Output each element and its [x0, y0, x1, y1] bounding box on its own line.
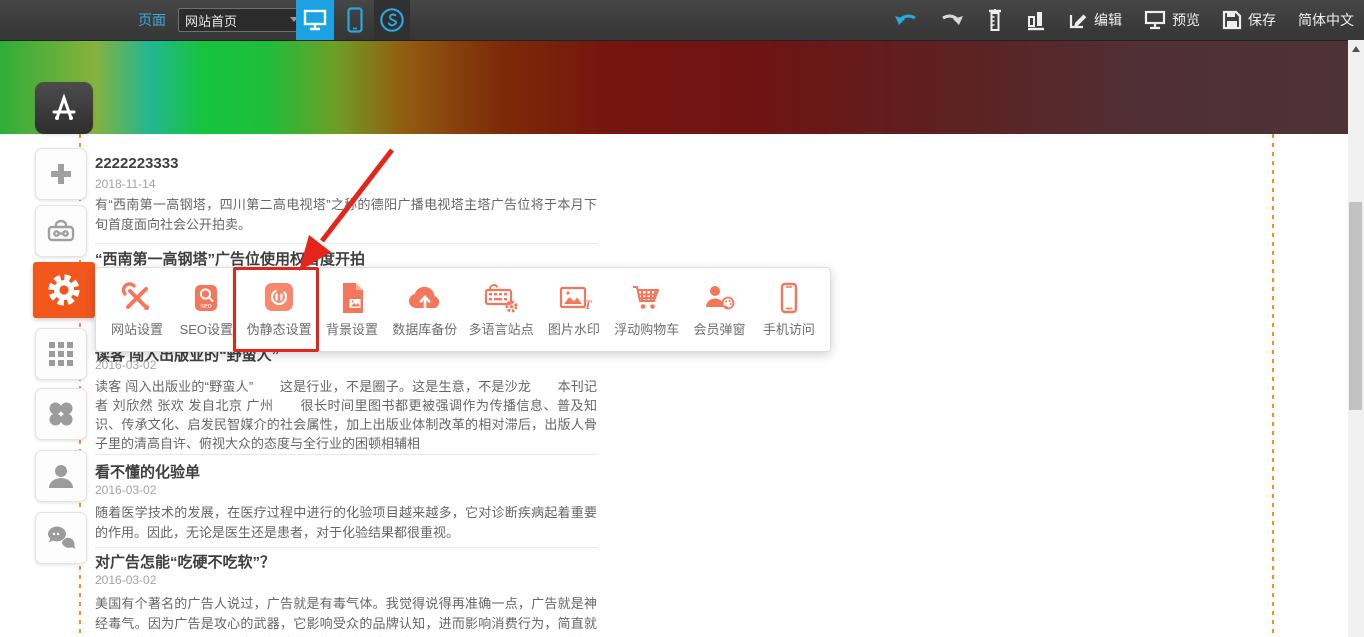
post-divider: [95, 454, 597, 455]
tools-icon: [118, 281, 156, 315]
svg-text:T: T: [584, 297, 592, 312]
chat-icon[interactable]: [35, 512, 87, 564]
undo-button[interactable]: [894, 11, 918, 29]
bar-chart-icon: [1026, 9, 1046, 31]
post-date: 2016-03-02: [95, 358, 597, 372]
language-label: 简体中文: [1298, 10, 1354, 30]
settings-popup-panel: 网站设置 seo SEO设置 伪静态设置: [95, 267, 831, 352]
preview-monitor-icon: [1144, 10, 1166, 30]
watermark-icon: T: [555, 281, 593, 315]
post-title[interactable]: 看不懂的化验单: [95, 461, 597, 482]
panel-item-label: 图片水印: [548, 319, 600, 338]
edit-label: 编辑: [1094, 10, 1122, 30]
cart-icon: [628, 281, 666, 315]
panel-item-multilanguage-site[interactable]: 多语言站点: [469, 281, 534, 338]
link-circle-icon: [378, 6, 406, 34]
post-body: 随着医学技术的发展，在医疗过程中进行的化验项目越来越多，它对诊断疾病起着重要的作…: [95, 503, 597, 543]
post-divider: [95, 243, 597, 244]
scrollbar-thumb[interactable]: [1349, 202, 1362, 410]
panel-item-seo-settings[interactable]: seo SEO设置: [177, 281, 235, 338]
post-date: 2016-03-02: [95, 483, 597, 497]
save-label: 保存: [1248, 10, 1276, 30]
panel-item-mobile-access[interactable]: 手机访问: [760, 281, 818, 338]
panel-item-label: 背景设置: [326, 319, 378, 338]
panel-item-label: 手机访问: [763, 319, 815, 338]
edit-button[interactable]: 编辑: [1068, 10, 1122, 30]
panel-item-pseudo-static[interactable]: 伪静态设置: [247, 281, 312, 338]
undo-icon: [894, 11, 918, 29]
keyboard-gear-icon: [482, 281, 520, 315]
panel-item-image-watermark[interactable]: T 图片水印: [545, 281, 603, 338]
desktop-icon: [303, 9, 327, 31]
ruler-button[interactable]: [986, 8, 1004, 32]
stats-button[interactable]: [1026, 9, 1046, 31]
link-mode-button[interactable]: [374, 0, 410, 40]
mobile-icon: [347, 7, 363, 33]
right-guide-line: [1272, 134, 1274, 637]
gear-icon[interactable]: [33, 262, 95, 318]
post-title[interactable]: “西南第一高钢塔”广告位使用权首度开拍: [95, 248, 597, 269]
ruler-icon: [986, 8, 1004, 32]
panel-item-label: 浮动购物车: [614, 319, 679, 338]
svg-text:seo: seo: [201, 303, 212, 310]
toolbox-icon[interactable]: [35, 205, 87, 257]
panel-item-label: 数据库备份: [392, 319, 457, 338]
post-body: 有“西南第一高钢塔，四川第二高电视塔”之称的德阳广播电视塔主塔广告位将于本月下旬…: [95, 195, 597, 235]
panel-item-floating-cart[interactable]: 浮动购物车: [614, 281, 679, 338]
post-date: 2016-03-02: [95, 573, 597, 587]
post-date: 2018-11-14: [95, 177, 597, 191]
page-scrollbar[interactable]: [1348, 40, 1364, 637]
post-title[interactable]: 对广告怎能“吃硬不吃软”？: [95, 551, 597, 572]
appstore-icon[interactable]: [35, 82, 93, 134]
pseudo-static-icon: [260, 281, 298, 315]
page-label: 页面: [138, 10, 166, 30]
clover-icon[interactable]: [35, 388, 87, 440]
background-icon: [333, 281, 371, 315]
post-body: 读客 闯入出版业的“野蛮人” 这是行业，不是圈子。这是生意，不是沙龙 本刊记者 …: [95, 377, 597, 453]
post-body: 美国有个著名的广告人说过，广告就是有毒气体。我觉得说得再准确一点，广告就是神经毒…: [95, 594, 597, 637]
language-switcher[interactable]: 简体中文: [1298, 10, 1354, 30]
panel-item-site-settings[interactable]: 网站设置: [108, 281, 166, 338]
save-button[interactable]: 保存: [1222, 10, 1276, 30]
panel-item-label: 会员弹窗: [694, 319, 746, 338]
panel-item-label: 多语言站点: [469, 319, 534, 338]
panel-item-label: 网站设置: [111, 319, 163, 338]
page-dropdown-value: 网站首页: [185, 11, 237, 30]
editor-toolbar: 页面 网站首页: [0, 0, 1364, 41]
scrollbar-up-arrow-icon[interactable]: [1352, 46, 1360, 52]
edit-pencil-icon: [1068, 10, 1088, 30]
plus-icon[interactable]: [35, 148, 87, 200]
seo-icon: seo: [187, 281, 225, 315]
post-divider: [95, 547, 597, 548]
preview-button[interactable]: 预览: [1144, 10, 1200, 30]
panel-item-label: SEO设置: [180, 319, 233, 338]
mobile-view-button[interactable]: [340, 0, 370, 40]
save-floppy-icon: [1222, 10, 1242, 30]
panel-item-background-settings[interactable]: 背景设置: [323, 281, 381, 338]
header-banner-gradient: [0, 40, 1348, 134]
redo-button[interactable]: [940, 11, 964, 29]
desktop-view-button[interactable]: [296, 0, 334, 40]
panel-item-database-backup[interactable]: 数据库备份: [392, 281, 457, 338]
post-title[interactable]: 2222223333: [95, 155, 597, 172]
redo-icon: [940, 11, 964, 29]
mobile-access-icon: [770, 281, 808, 315]
cloud-backup-icon: [406, 281, 444, 315]
panel-item-label: 伪静态设置: [247, 319, 312, 338]
person-icon[interactable]: [35, 450, 87, 502]
grid-icon[interactable]: [35, 328, 87, 380]
preview-label: 预览: [1172, 10, 1200, 30]
page-editor: 2222223333 2018-11-14 有“西南第一高钢塔，四川第二高电视塔…: [0, 0, 1364, 637]
panel-item-member-popup[interactable]: 会员弹窗: [691, 281, 749, 338]
page-dropdown[interactable]: 网站首页: [178, 8, 304, 32]
member-popup-icon: [701, 281, 739, 315]
